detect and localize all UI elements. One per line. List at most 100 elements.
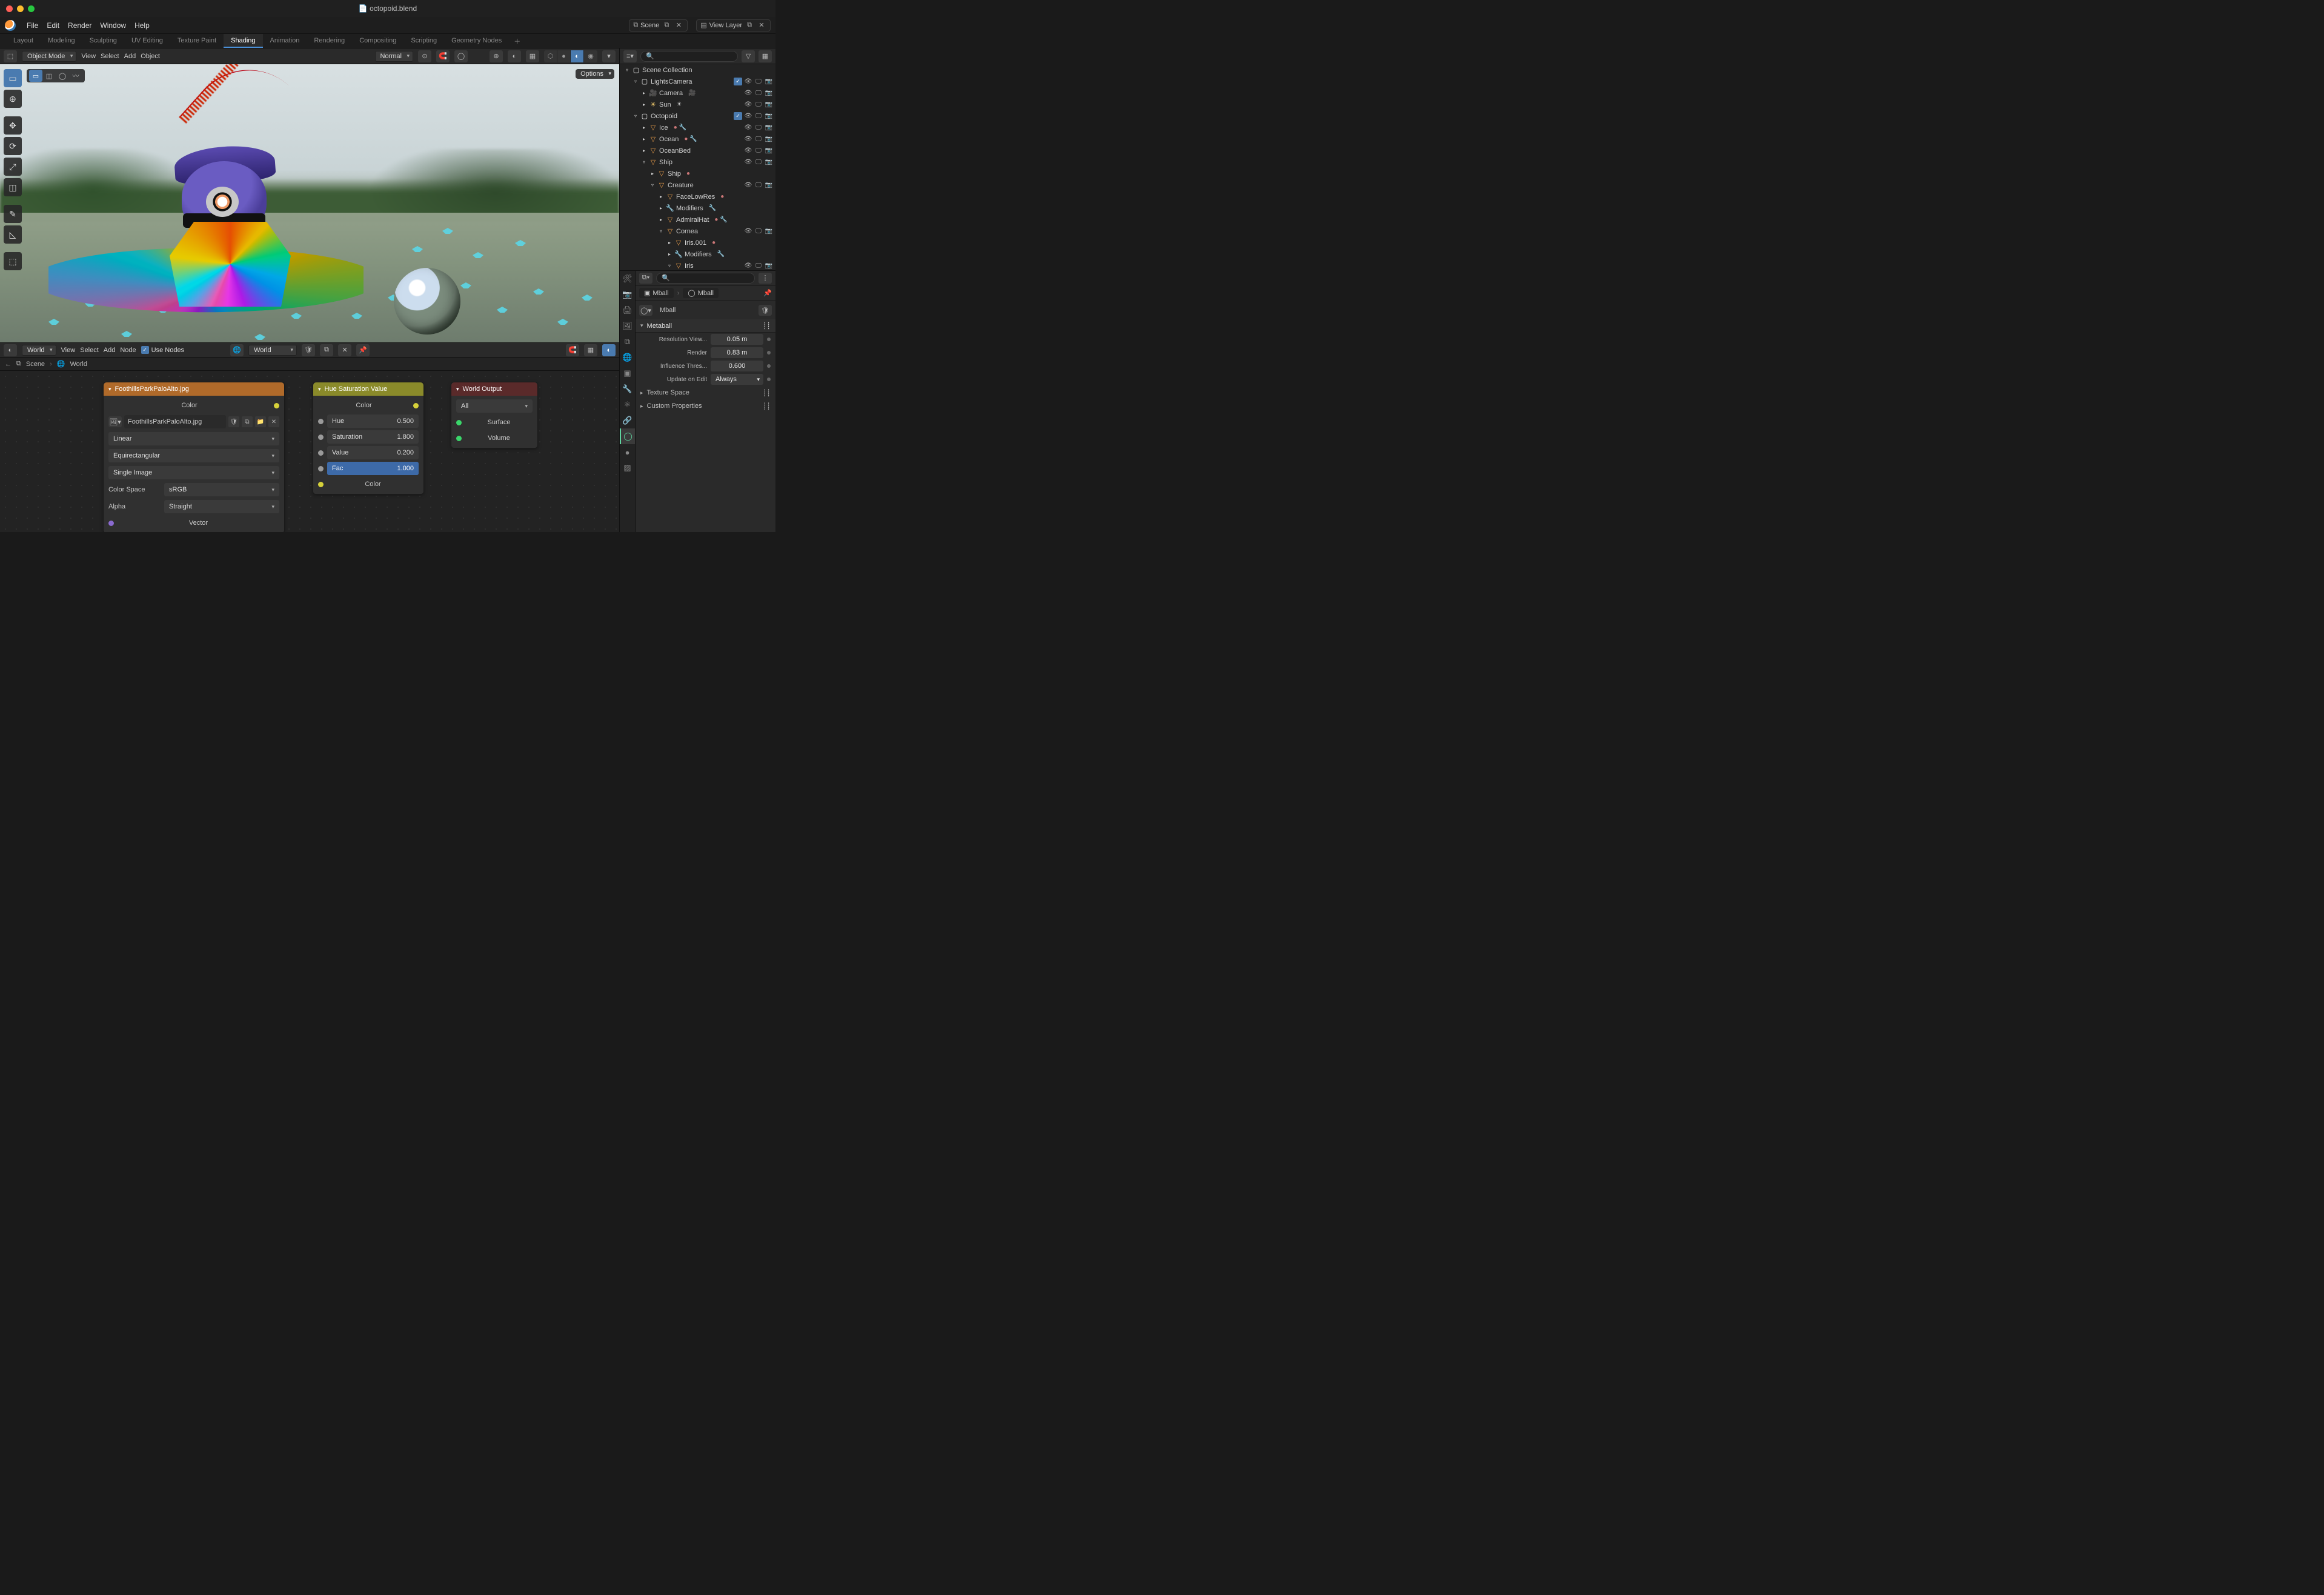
select-mode-circle-icon[interactable]: ◯	[56, 70, 69, 82]
new-scene-button[interactable]: ⧉	[662, 21, 671, 30]
hsv-fac-socket[interactable]	[318, 466, 324, 471]
hsv-sat-socket[interactable]	[318, 435, 324, 440]
ne-crumb-scene[interactable]: Scene	[26, 361, 45, 368]
tree-row[interactable]: ▸▽AdmiralHat● 🔧	[620, 214, 775, 225]
keyframe-dot[interactable]	[767, 378, 771, 381]
node-image-header[interactable]: ▾FoothillsParkPaloAlto.jpg	[104, 382, 284, 396]
ptab-render[interactable]: 📷	[620, 287, 635, 302]
tool-annotate[interactable]: ✎	[4, 205, 22, 223]
keyframe-dot[interactable]	[767, 351, 771, 355]
hsv-fac-field[interactable]: Fac1.000	[327, 462, 419, 475]
menu-window[interactable]: Window	[100, 21, 126, 30]
tool-transform[interactable]: ◫	[4, 178, 22, 196]
hsv-hue-field[interactable]: Hue0.500	[327, 415, 419, 428]
hide-viewport-icon[interactable]: 👁	[744, 136, 752, 142]
tool-measure[interactable]: ◺	[4, 225, 22, 244]
props-options-icon[interactable]: ⋮	[759, 273, 772, 284]
socket-dot-hsv-color-out[interactable]	[413, 403, 419, 408]
tree-row[interactable]: ▸▽FaceLowRes●	[620, 191, 775, 202]
tree-row[interactable]: ▸▽Ice● 🔧👁🖵📷	[620, 122, 775, 133]
orientation-dropdown[interactable]: Normal	[375, 51, 413, 62]
ptab-material[interactable]: ●	[620, 444, 635, 460]
disclosure-icon[interactable]: ▸	[658, 217, 664, 222]
tree-row[interactable]: ▸🎥Camera🎥👁🖵📷	[620, 87, 775, 99]
disclosure-icon[interactable]: ▸	[658, 194, 664, 199]
tree-row[interactable]: ▸▽Ocean● 🔧👁🖵📷	[620, 133, 775, 145]
menu-render[interactable]: Render	[68, 21, 91, 30]
tab-uv[interactable]: UV Editing	[124, 34, 170, 48]
tab-shading[interactable]: Shading	[224, 34, 262, 48]
gizmo-visibility-icon[interactable]: ⊕	[490, 50, 503, 62]
ptab-object[interactable]: ▣	[620, 365, 635, 381]
remove-layer-button[interactable]: ✕	[757, 21, 766, 30]
hide-viewport-icon[interactable]: 👁	[744, 101, 752, 108]
outliner-filter-icon[interactable]: ▽	[742, 50, 755, 62]
node-editor-canvas[interactable]: ▾FoothillsParkPaloAlto.jpg Color 🖼▾ Foot…	[0, 371, 619, 532]
remove-scene-button[interactable]: ✕	[674, 21, 683, 30]
viewlayer-selector[interactable]: ▤ View Layer ⧉ ✕	[696, 19, 771, 32]
viewport-options[interactable]: Options	[576, 69, 614, 79]
ne-type-dropdown[interactable]: World	[22, 345, 56, 356]
ne-snap-icon[interactable]: 🧲	[566, 344, 579, 356]
socket-dot-vector-in[interactable]	[108, 521, 114, 526]
collapsed-panel[interactable]: Texture Space┊┊	[636, 386, 775, 399]
tool-move[interactable]: ✥	[4, 116, 22, 135]
ne-crumb-parent-icon[interactable]: ←	[5, 361, 12, 368]
overlay-visibility-icon[interactable]: ◐	[508, 50, 521, 62]
close-icon[interactable]	[6, 5, 13, 12]
ne-menu-node[interactable]: Node	[120, 347, 136, 354]
props-editor-icon[interactable]: ⧉▾	[639, 273, 652, 284]
datablock-name-field[interactable]: Mball	[656, 304, 755, 317]
hide-viewport-icon[interactable]: 👁	[744, 182, 752, 188]
tab-texture[interactable]: Texture Paint	[170, 34, 224, 48]
ptab-physics[interactable]: ⚛	[620, 397, 635, 413]
tree-row[interactable]: ▸▽Ship●	[620, 168, 775, 179]
hide-render-icon[interactable]: 📷	[765, 78, 773, 85]
ptab-scene[interactable]: ⧉	[620, 334, 635, 350]
ne-menu-view[interactable]: View	[61, 347, 76, 354]
disclosure-icon[interactable]: ▸	[666, 240, 672, 245]
crumb-data[interactable]: ◯ Mball	[683, 288, 719, 298]
disable-viewport-icon[interactable]: 🖵	[754, 182, 763, 188]
keyframe-dot[interactable]	[767, 338, 771, 341]
hsv-hue-socket[interactable]	[318, 419, 324, 424]
tab-compositing[interactable]: Compositing	[352, 34, 403, 48]
menu-file[interactable]: File	[27, 21, 38, 30]
shield-icon[interactable]: 🛡	[302, 344, 315, 356]
hide-viewport-icon[interactable]: 👁	[744, 147, 752, 154]
disclosure-icon[interactable]: ▸	[666, 251, 672, 257]
duplicate-world-icon[interactable]: ⧉	[320, 344, 333, 356]
outliner-search[interactable]: 🔍	[640, 51, 738, 62]
tab-scripting[interactable]: Scripting	[403, 34, 444, 48]
disable-viewport-icon[interactable]: 🖵	[754, 147, 763, 154]
projection-dropdown[interactable]: Equirectangular	[108, 449, 279, 462]
shading-rendered-icon[interactable]: ◉	[584, 50, 597, 62]
out-surface-socket[interactable]	[456, 420, 462, 425]
hide-viewport-icon[interactable]: 👁	[744, 124, 752, 131]
shading-material-icon[interactable]: ◐	[571, 50, 584, 62]
tree-row[interactable]: ▿▽Ship👁🖵📷	[620, 156, 775, 168]
image-name-field[interactable]: FoothillsParkPaloAlto.jpg	[124, 415, 226, 428]
disclosure-icon[interactable]: ▿	[641, 159, 647, 165]
tree-row[interactable]: ▸▽OceanBed👁🖵📷	[620, 145, 775, 156]
disable-viewport-icon[interactable]: 🖵	[754, 113, 763, 119]
disable-viewport-icon[interactable]: 🖵	[754, 136, 763, 142]
new-image-icon[interactable]: ⧉	[242, 416, 253, 427]
editor-type-icon[interactable]: ⬚	[4, 50, 17, 62]
node-hsv-header[interactable]: ▾Hue Saturation Value	[313, 382, 423, 396]
maximize-icon[interactable]	[28, 5, 35, 12]
tab-modeling[interactable]: Modeling	[41, 34, 82, 48]
output-target-dropdown[interactable]: All	[456, 399, 533, 413]
hide-render-icon[interactable]: 📷	[765, 113, 773, 119]
ne-menu-select[interactable]: Select	[80, 347, 99, 354]
property-value[interactable]: Always▾	[711, 374, 763, 385]
disclosure-icon[interactable]: ▿	[624, 67, 630, 73]
add-workspace-button[interactable]: ＋	[509, 34, 525, 48]
vp-menu-object[interactable]: Object	[141, 53, 160, 60]
disable-viewport-icon[interactable]: 🖵	[754, 124, 763, 131]
unlink-image-icon[interactable]: ✕	[268, 416, 279, 427]
out-volume-socket[interactable]	[456, 436, 462, 441]
hide-render-icon[interactable]: 📷	[765, 101, 773, 108]
ptab-world[interactable]: 🌐	[620, 350, 635, 365]
disclosure-icon[interactable]: ▸	[641, 136, 647, 142]
